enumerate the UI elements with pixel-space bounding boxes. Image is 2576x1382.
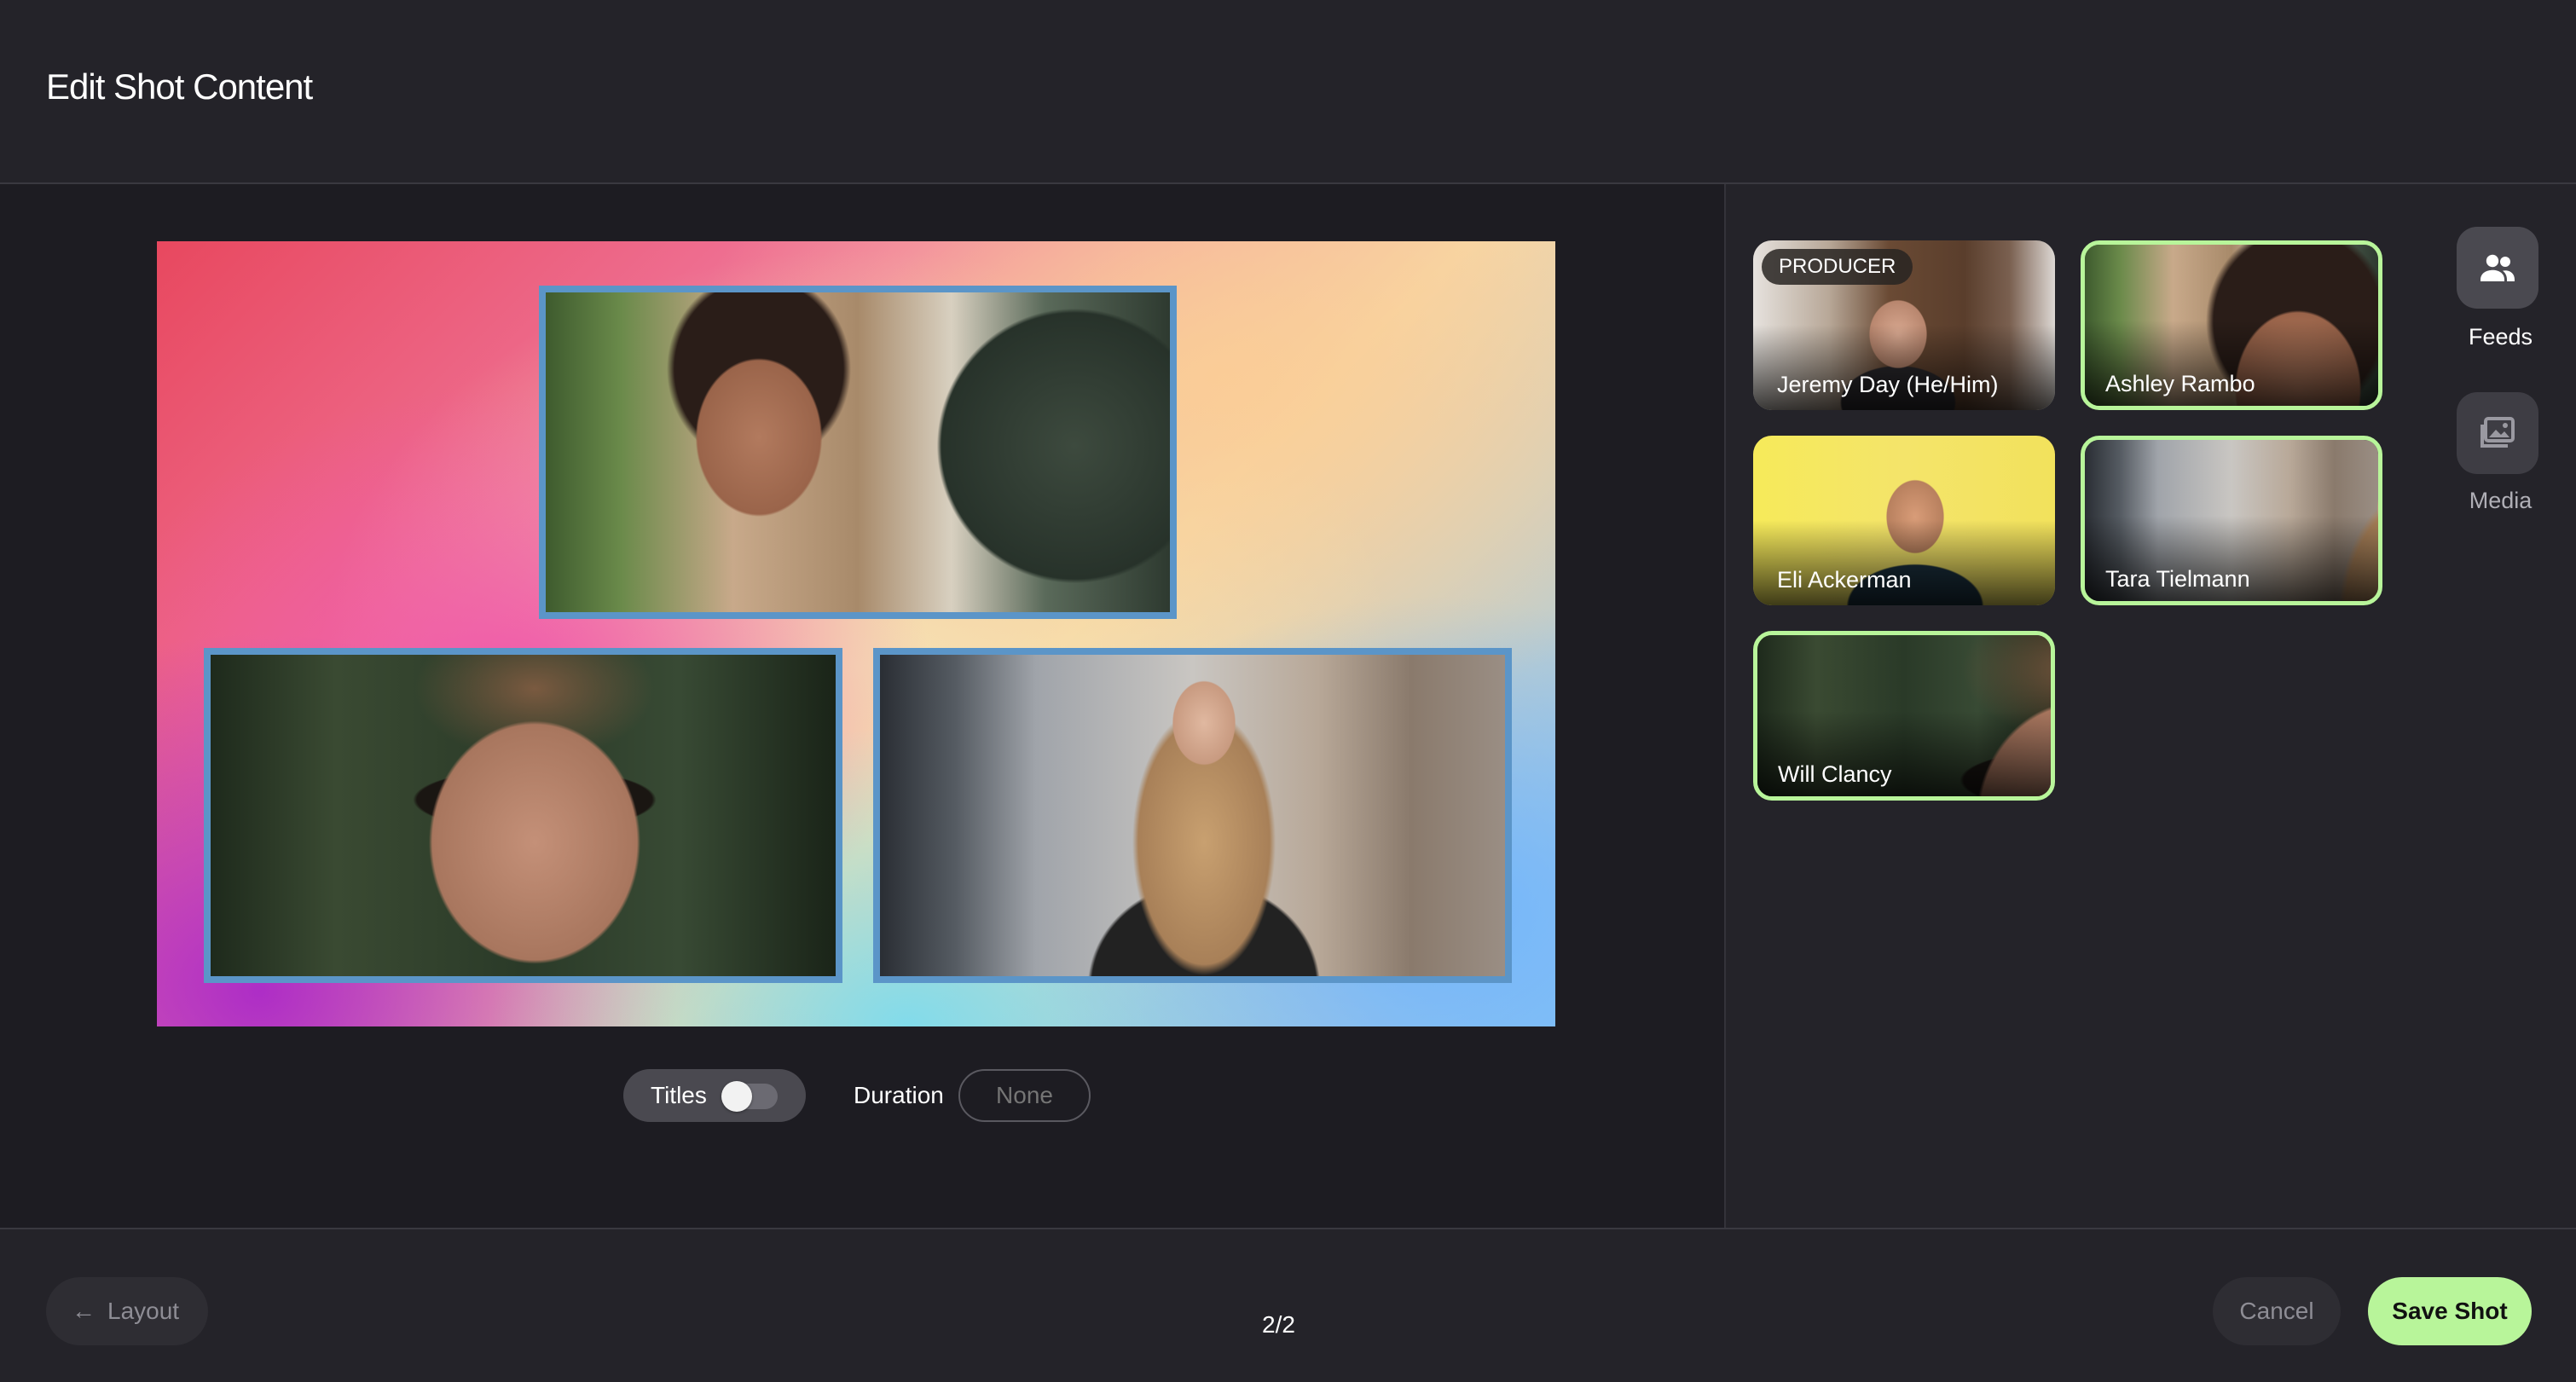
- feeds-tab-label: Feeds: [2468, 324, 2533, 350]
- feed-name: Ashley Rambo: [2105, 371, 2255, 396]
- page-title: Edit Shot Content: [46, 66, 313, 107]
- modal-header: Edit Shot Content: [0, 0, 2576, 184]
- feed-card-ashley-rambo[interactable]: Ashley Rambo: [2081, 240, 2382, 410]
- titles-label: Titles: [651, 1082, 707, 1108]
- feed-name: Eli Ackerman: [1777, 567, 1912, 593]
- feed-name: Tara Tielmann: [2105, 566, 2250, 592]
- image-gallery-icon: [2480, 417, 2515, 448]
- arrow-left-icon: ←: [72, 1298, 96, 1324]
- feed-card-eli-ackerman[interactable]: Eli Ackerman: [1753, 436, 2055, 605]
- layout-button-label: Layout: [107, 1298, 180, 1324]
- titles-toggle-control[interactable]: Titles: [623, 1069, 806, 1122]
- feed-name: Jeremy Day (He/Him): [1777, 372, 1999, 397]
- shot-canvas: [157, 241, 1555, 1026]
- video-feed-image: [546, 292, 1170, 612]
- modal-footer: ← Layout 2/2 Cancel Save Shot: [0, 1228, 2576, 1382]
- media-tab-button[interactable]: [2457, 392, 2538, 474]
- canvas-tile-tara-tielmann[interactable]: [873, 648, 1512, 983]
- producer-badge: PRODUCER: [1762, 249, 1913, 285]
- video-feed-image: [880, 655, 1505, 976]
- feed-name: Will Clancy: [1778, 761, 1892, 787]
- feeds-tab-button[interactable]: [2457, 227, 2538, 309]
- titles-toggle[interactable]: [721, 1081, 778, 1112]
- canvas-tile-ashley-rambo[interactable]: [539, 286, 1177, 619]
- media-tab-label: Media: [2469, 488, 2533, 513]
- feed-card-tara-tielmann[interactable]: Tara Tielmann: [2081, 436, 2382, 605]
- step-indicator: 2/2: [1262, 1311, 1295, 1338]
- canvas-tile-will-clancy[interactable]: [204, 648, 842, 983]
- back-to-layout-button[interactable]: ← Layout: [46, 1277, 208, 1345]
- cancel-button[interactable]: Cancel: [2213, 1277, 2341, 1345]
- toggle-knob: [721, 1081, 752, 1112]
- feed-card-jeremy-day[interactable]: PRODUCER Jeremy Day (He/Him): [1753, 240, 2055, 410]
- save-shot-button[interactable]: Save Shot: [2368, 1277, 2532, 1345]
- feed-card-will-clancy[interactable]: Will Clancy: [1753, 631, 2055, 801]
- video-feed-image: [211, 655, 836, 976]
- duration-input[interactable]: [958, 1069, 1091, 1122]
- duration-label: Duration: [854, 1082, 944, 1108]
- side-rail: Feeds Media: [2425, 184, 2576, 1228]
- people-icon: [2480, 254, 2515, 281]
